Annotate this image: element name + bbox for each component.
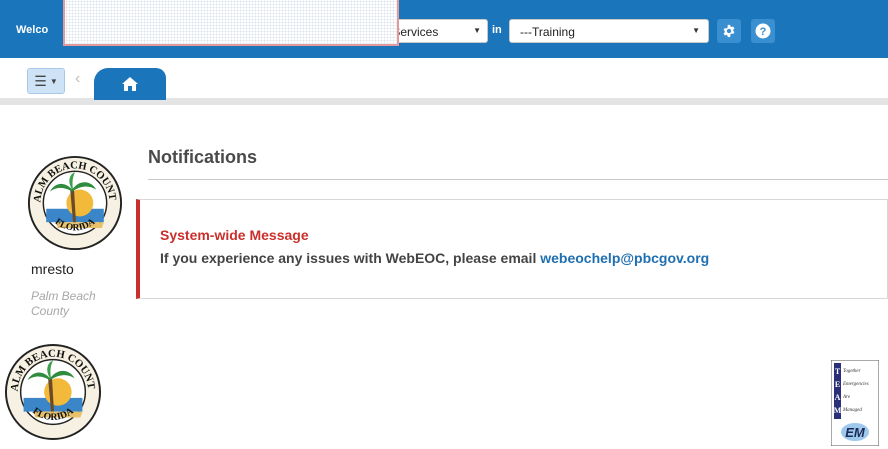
svg-text:?: ? — [760, 26, 767, 38]
home-tab[interactable] — [94, 68, 166, 100]
svg-text:EM: EM — [845, 425, 866, 440]
tooltip-bubble — [63, 0, 399, 46]
notification-card — [136, 199, 888, 299]
chevron-down-icon: ▼ — [692, 26, 700, 35]
incident-select-value: ---Training — [520, 25, 575, 39]
team-em-logo: T E A M Together Emergencies Are Managed… — [831, 360, 879, 446]
notifications-title: Notifications — [148, 147, 258, 167]
organization: Palm Beach County — [31, 289, 96, 318]
message-text: If you experience any issues with WebEOC… — [160, 250, 541, 266]
county-seal-logo: PALM BEACH COUNTY FLORIDA — [27, 155, 123, 251]
svg-text:Emergencies: Emergencies — [842, 382, 869, 387]
back-arrow-icon[interactable]: ‹ — [75, 70, 80, 88]
settings-button[interactable] — [717, 19, 741, 43]
svg-text:A: A — [835, 393, 841, 402]
chevron-down-icon: ▼ — [49, 76, 58, 86]
svg-text:Are: Are — [842, 395, 851, 400]
incident-select[interactable]: ---Training ▼ — [509, 19, 709, 43]
county-seal-footer-logo: PALM BEACH COUNTY FLORIDA — [3, 343, 102, 441]
email-link[interactable]: webeochelp@pbcgov.org — [540, 250, 709, 266]
message-title: System-wide Message — [160, 227, 309, 243]
question-circle-icon: ? — [755, 23, 771, 39]
welcome-text: Welco — [16, 24, 49, 36]
menu-button[interactable]: ☰ ▼ — [27, 68, 65, 94]
svg-text:Managed: Managed — [842, 408, 862, 413]
in-label: in — [492, 24, 502, 36]
svg-text:T: T — [835, 367, 841, 376]
hamburger-icon: ☰ — [34, 72, 47, 89]
notifications-divider — [148, 179, 888, 180]
chevron-down-icon: ▼ — [473, 26, 481, 35]
gear-icon — [723, 24, 735, 38]
help-button[interactable]: ? — [751, 19, 775, 43]
home-icon — [122, 77, 138, 91]
svg-text:E: E — [835, 380, 840, 389]
svg-text:Together: Together — [843, 369, 861, 374]
message-body: If you experience any issues with WebEOC… — [160, 250, 709, 266]
svg-text:M: M — [834, 406, 842, 415]
username: mresto — [31, 261, 74, 277]
